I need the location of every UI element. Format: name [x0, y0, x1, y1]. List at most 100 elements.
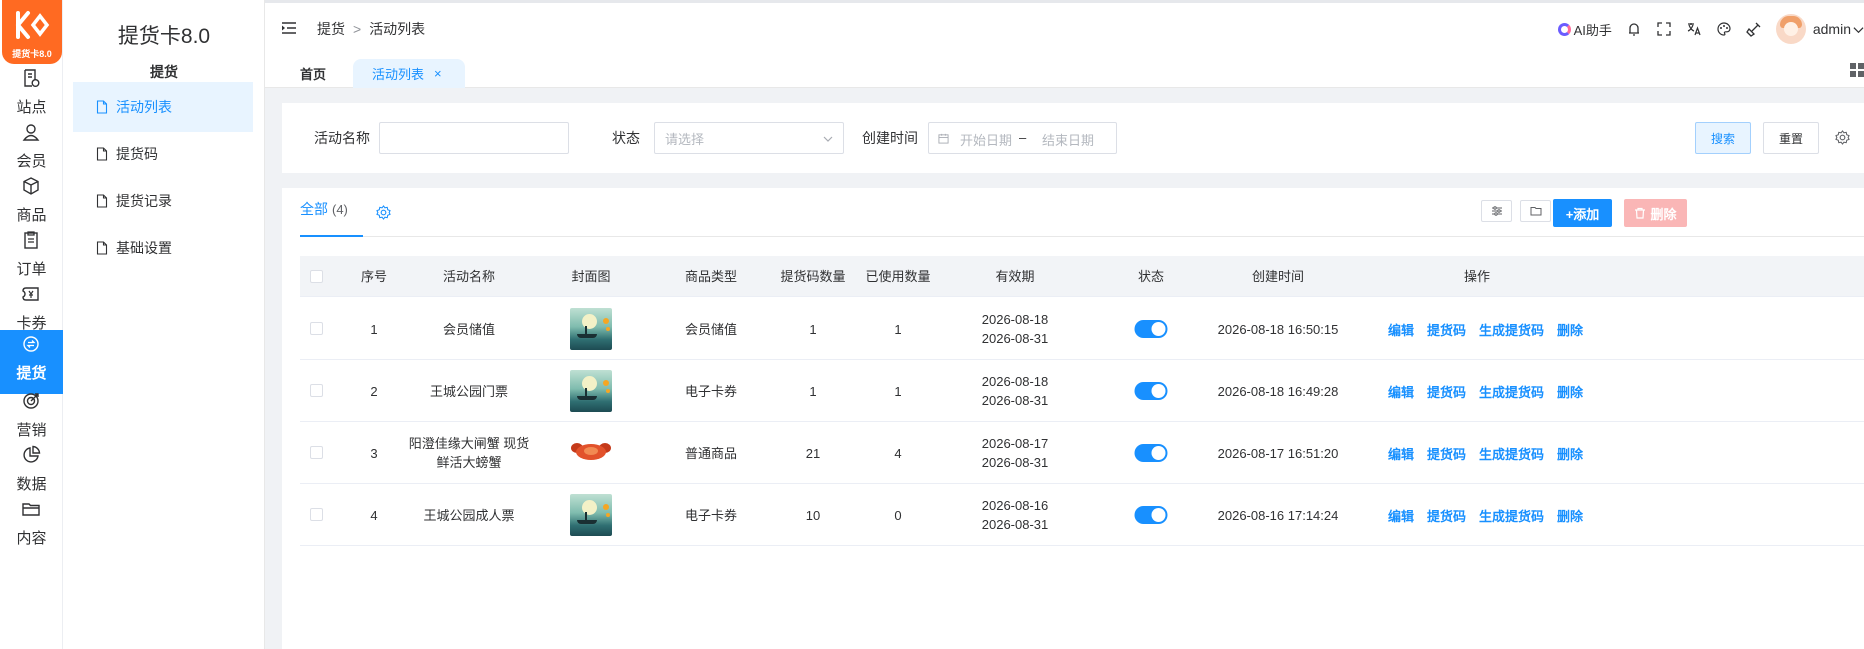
activity-name-line: 会员储值 [442, 321, 496, 337]
action-link-2[interactable]: 生成提货码 [1479, 320, 1544, 339]
translate-icon[interactable] [1686, 21, 1702, 37]
table-card: 全部 (4) +添加 删除 序号 活动名称 封面图 商品类型 提货码数量 已使用数量 有效期 状… [282, 188, 1864, 649]
breadcrumb-item[interactable]: 提货 [317, 21, 345, 37]
app-logo[interactable]: 提货卡8.0 [2, 0, 62, 64]
row-code-count: 21 [805, 445, 821, 461]
logo-icon [16, 11, 50, 39]
row-cover [570, 360, 612, 422]
rail-item-5[interactable]: 提货 [0, 330, 63, 394]
row-checkbox[interactable] [310, 508, 323, 521]
status-label: 状态 [612, 130, 640, 146]
pickup-icon [23, 336, 39, 352]
main-nav-rail: 提货卡8.0 站点 会员 商品 订单 卡券 提货 营销 数据 内容 [0, 0, 63, 649]
table-row: 1 会员储值 会员储值 1 1 2026-08-18 2026-08-31 2026-08-1… [300, 298, 1864, 360]
submenu-item-3[interactable]: 基础设置 [73, 223, 253, 273]
folder-icon [1530, 207, 1541, 216]
action-link-3[interactable]: 删除 [1557, 444, 1583, 463]
search-button[interactable]: 搜索 [1695, 122, 1751, 154]
rail-item-8[interactable]: 内容 [0, 495, 63, 559]
status-select[interactable]: 请选择 [654, 122, 844, 154]
table-row: 4 王城公园成人票 电子卡券 10 0 2026-08-16 2026-08-31 2026-… [300, 484, 1864, 546]
gear-icon[interactable] [376, 205, 391, 220]
created-date-range[interactable]: 开始日期 – 结束日期 [928, 122, 1117, 154]
action-link-0[interactable]: 编辑 [1388, 444, 1414, 463]
grid-icon[interactable] [1850, 63, 1864, 77]
activity-name-text: 会员储值 [443, 320, 495, 339]
row-created-time: 2026-08-17 16:51:20 [1217, 445, 1339, 461]
fullscreen-icon[interactable] [1656, 21, 1672, 37]
activity-name-input[interactable] [379, 122, 569, 154]
cover-image[interactable] [570, 308, 612, 350]
start-date-input[interactable]: 开始日期 [960, 130, 1012, 149]
avatar[interactable] [1775, 14, 1806, 44]
tab-home[interactable]: 首页 [300, 59, 326, 88]
delete-button[interactable]: 删除 [1624, 199, 1687, 227]
row-created-time: 2026-08-18 16:50:15 [1217, 321, 1339, 337]
action-link-0[interactable]: 编辑 [1388, 382, 1414, 401]
status-toggle[interactable] [1134, 506, 1168, 524]
action-link-0[interactable]: 编辑 [1388, 320, 1414, 339]
status-toggle[interactable] [1134, 444, 1168, 462]
reset-button[interactable]: 重置 [1763, 122, 1819, 154]
row-status [1134, 360, 1168, 422]
document-icon [96, 147, 108, 161]
tab-all[interactable]: 全部 (4) [300, 199, 348, 227]
action-link-2[interactable]: 生成提货码 [1479, 444, 1544, 463]
action-link-3[interactable]: 删除 [1557, 320, 1583, 339]
bell-icon[interactable] [1626, 21, 1642, 37]
activity-name-text: 王城公园成人票 [423, 506, 514, 525]
rail-item-label: 营销 [16, 422, 47, 439]
settings-icon[interactable] [1835, 130, 1850, 145]
action-link-1[interactable]: 提货码 [1427, 506, 1466, 525]
cover-image[interactable] [570, 494, 612, 536]
pie-icon [23, 445, 41, 463]
folder-icon [22, 503, 40, 516]
user-name[interactable]: admin [1813, 21, 1851, 37]
row-checkbox[interactable] [310, 384, 323, 397]
toggle-knob [1151, 384, 1166, 398]
action-link-2[interactable]: 生成提货码 [1479, 382, 1544, 401]
cover-image[interactable] [570, 432, 612, 474]
action-link-2[interactable]: 生成提货码 [1479, 506, 1544, 525]
action-link-3[interactable]: 删除 [1557, 382, 1583, 401]
clean-icon[interactable] [1746, 21, 1762, 37]
submenu-item-label: 活动列表 [116, 99, 172, 115]
rail-item-label: 提货 [16, 365, 47, 382]
column-header: 序号 [360, 269, 388, 284]
row-actions: 编辑 提货码 生成提货码 删除 [1388, 298, 1596, 360]
ai-assistant-button[interactable]: AI助手 [1557, 20, 1612, 39]
submenu-item-2[interactable]: 提货记录 [73, 176, 253, 226]
activity-name-line: 王城公园门票 [429, 383, 509, 399]
target-icon [23, 393, 39, 409]
palette-icon[interactable] [1716, 21, 1732, 37]
trash-icon [1635, 207, 1646, 219]
top-header: 提货 > 活动列表 AI助手 admin [265, 3, 1864, 55]
chevron-down-icon[interactable] [1853, 24, 1864, 35]
row-checkbox[interactable] [310, 446, 323, 459]
column-filter-button[interactable] [1481, 200, 1512, 222]
cover-image[interactable] [570, 370, 612, 412]
close-icon[interactable]: × [434, 66, 442, 81]
row-validity: 2026-08-17 2026-08-31 [982, 422, 1049, 484]
end-date-input[interactable]: 结束日期 [1042, 130, 1094, 149]
submenu-group-title: 提货 [150, 64, 178, 80]
action-link-1[interactable]: 提货码 [1427, 382, 1466, 401]
add-button[interactable]: +添加 [1553, 199, 1612, 227]
tab-all-count: (4) [332, 202, 348, 217]
action-link-1[interactable]: 提货码 [1427, 444, 1466, 463]
submenu-item-1[interactable]: 提货码 [73, 129, 253, 179]
select-all-checkbox[interactable] [310, 270, 323, 283]
status-toggle[interactable] [1134, 320, 1168, 338]
export-button[interactable] [1520, 200, 1551, 222]
tab-activity-list[interactable]: 活动列表 × [353, 59, 465, 88]
action-link-3[interactable]: 删除 [1557, 506, 1583, 525]
submenu-item-0[interactable]: 活动列表 [73, 82, 253, 132]
search-form: 活动名称 状态 请选择 创建时间 开始日期 – 结束日期 搜索 重置 [282, 103, 1864, 173]
row-checkbox[interactable] [310, 322, 323, 335]
ai-icon [1557, 22, 1571, 36]
status-toggle[interactable] [1134, 382, 1168, 400]
menu-fold-icon[interactable] [281, 21, 297, 35]
action-link-0[interactable]: 编辑 [1388, 506, 1414, 525]
sub-menu: 提货卡8.0 提货 活动列表 提货码 提货记录 基础设置 [63, 0, 265, 649]
action-link-1[interactable]: 提货码 [1427, 320, 1466, 339]
